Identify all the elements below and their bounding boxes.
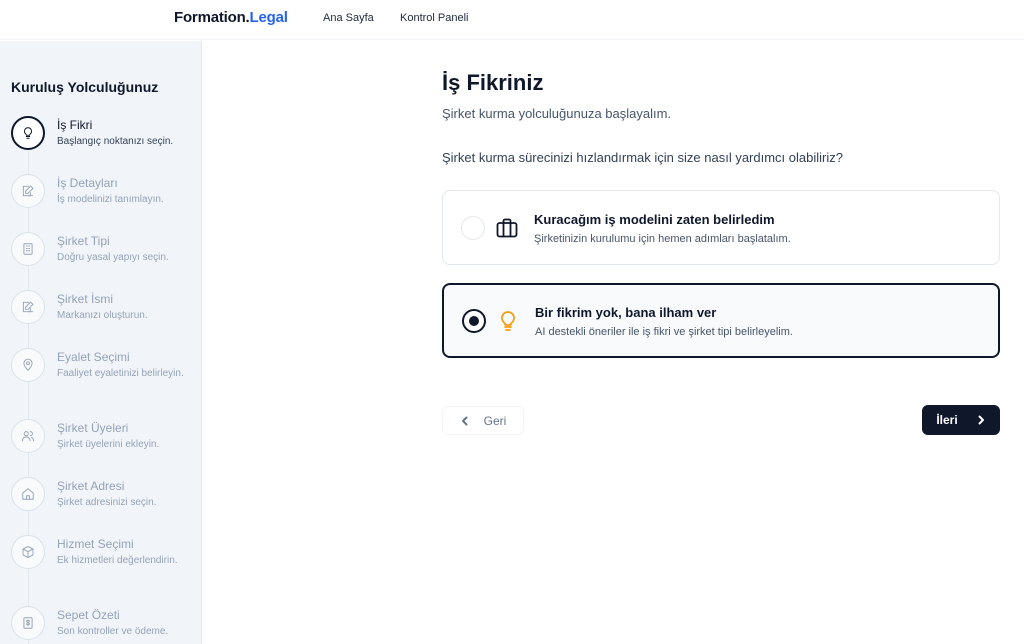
brand-logo[interactable]: Formation.Legal <box>174 9 288 26</box>
brand-name: Formation. <box>174 9 250 26</box>
chevron-right-icon <box>978 415 984 425</box>
step-circle <box>11 535 45 569</box>
step-desc: Şirket üyelerini ekleyin. <box>57 439 160 450</box>
step-circle <box>11 419 45 453</box>
option-inspire-me[interactable]: Bir fikrim yok, bana ilham ver AI destek… <box>442 283 1000 358</box>
next-button-label: İleri <box>936 413 958 427</box>
brand-accent: Legal <box>249 9 288 26</box>
step-title: Hizmet Seçimi <box>57 537 134 551</box>
step-desc: Ek hizmetleri değerlendirin. <box>57 555 178 566</box>
question-text: Şirket kurma sürecinizi hızlandırmak içi… <box>442 150 843 165</box>
page-subtitle: Şirket kurma yolculuğunuza başlayalım. <box>442 106 672 121</box>
chevron-left-icon <box>461 416 468 425</box>
home-icon <box>22 488 34 500</box>
nav-link-home[interactable]: Ana Sayfa <box>323 12 374 24</box>
step-title: Sepet Özeti <box>57 608 120 622</box>
radio-dot <box>469 316 479 326</box>
step-circle <box>11 116 45 150</box>
step-title: İş Fikri <box>57 118 93 132</box>
package-icon <box>22 545 34 559</box>
step-circle <box>11 174 45 208</box>
progress-sidebar: Kuruluş Yolculuğunuz İş Fikri Başlangıç … <box>0 41 202 644</box>
step-circle <box>11 606 45 640</box>
option-title: Bir fikrim yok, bana ilham ver <box>535 305 717 320</box>
step-desc: Son kontroller ve ödeme. <box>57 626 169 637</box>
step-desc: İş modelinizi tanımlayın. <box>57 194 164 205</box>
map-pin-icon <box>23 358 33 371</box>
option-desc: AI destekli öneriler ile iş fikri ve şir… <box>535 326 793 338</box>
top-header: Formation.Legal Ana Sayfa Kontrol Paneli <box>0 0 1024 40</box>
receipt-icon <box>23 617 33 629</box>
step-desc: Markanızı oluşturun. <box>57 310 148 321</box>
step-circle <box>11 348 45 382</box>
radio-button-selected[interactable] <box>462 309 486 333</box>
users-icon <box>21 431 35 442</box>
step-desc: Başlangıç noktanızı seçin. <box>57 136 174 147</box>
option-existing-business-model[interactable]: Kuracağım iş modelini zaten belirledim Ş… <box>442 190 1000 265</box>
briefcase-icon <box>495 216 519 240</box>
step-circle <box>11 290 45 324</box>
nav-link-dashboard[interactable]: Kontrol Paneli <box>400 12 469 24</box>
step-title: Şirket İsmi <box>57 292 114 306</box>
back-button-label: Geri <box>483 413 507 428</box>
next-button[interactable]: İleri <box>922 405 1000 435</box>
step-title: Şirket Adresi <box>57 479 125 493</box>
step-desc: Şirket adresinizi seçin. <box>57 497 157 508</box>
sidebar-title: Kuruluş Yolculuğunuz <box>11 79 159 95</box>
page-title: İş Fikriniz <box>442 70 544 95</box>
edit-icon <box>22 185 34 197</box>
back-button[interactable]: Geri <box>442 406 524 435</box>
step-desc: Doğru yasal yapıyı seçin. <box>57 252 169 263</box>
edit-icon <box>22 301 34 313</box>
lightbulb-icon <box>24 127 32 139</box>
step-title: Şirket Tipi <box>57 234 110 248</box>
radio-button[interactable] <box>461 216 485 240</box>
step-circle <box>11 232 45 266</box>
building-icon <box>23 243 33 255</box>
step-desc: Faaliyet eyaletinizi belirleyin. <box>57 368 184 379</box>
option-desc: Şirketinizin kurulumu için hemen adımlar… <box>534 233 791 245</box>
step-circle <box>11 477 45 511</box>
step-title: İş Detayları <box>57 176 118 190</box>
step-title: Eyalet Seçimi <box>57 350 130 364</box>
step-title: Şirket Üyeleri <box>57 421 129 435</box>
lightbulb-icon <box>496 309 520 333</box>
option-title: Kuracağım iş modelini zaten belirledim <box>534 212 775 227</box>
